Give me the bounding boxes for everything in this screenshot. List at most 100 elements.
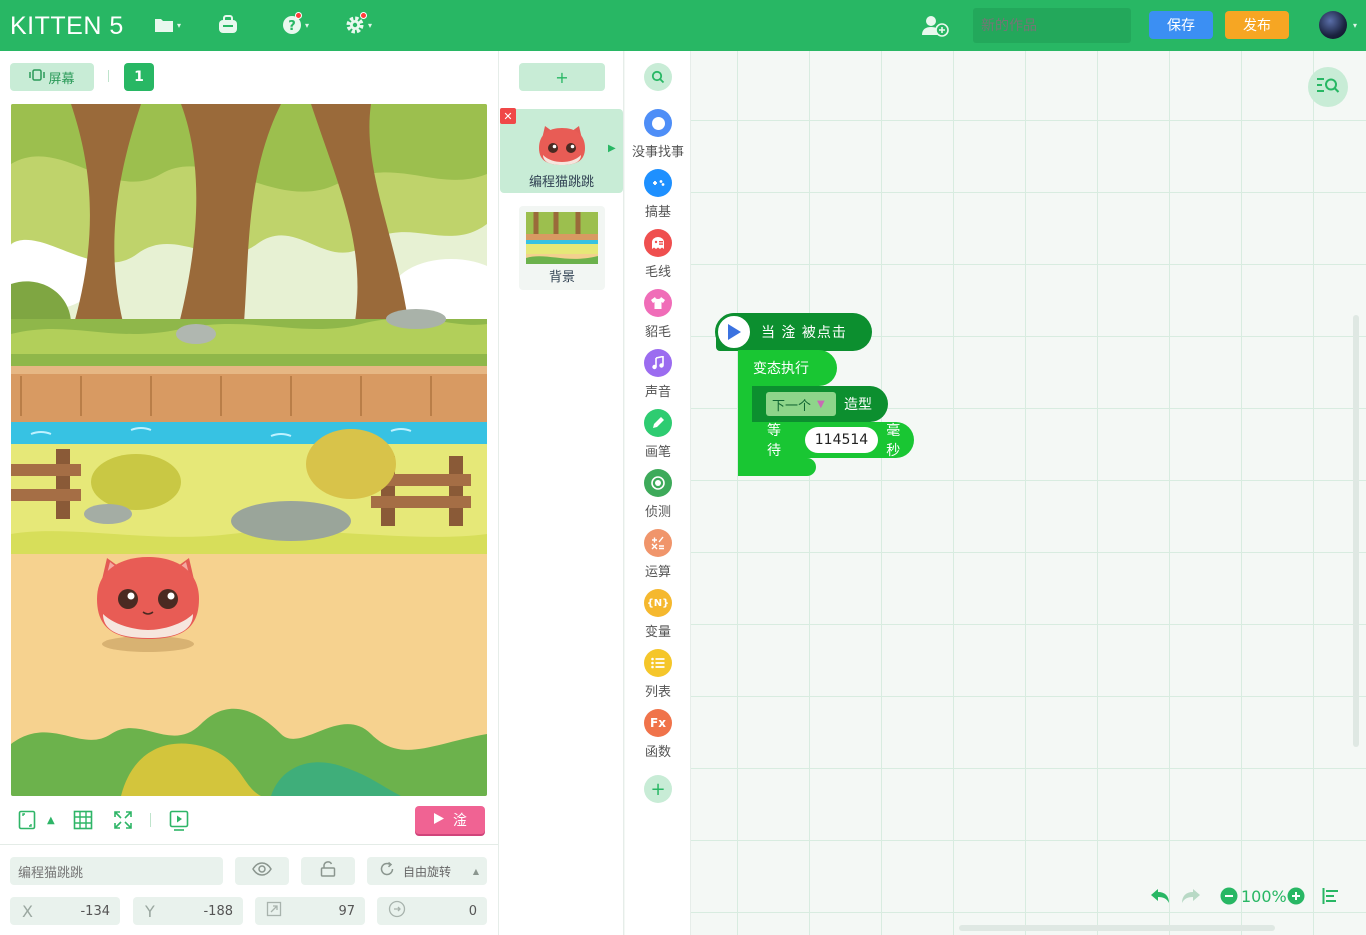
block-search-button[interactable] [625, 63, 691, 91]
rotation-mode-select[interactable]: 自由旋转 ▲ [367, 857, 487, 885]
resize-icon [266, 901, 282, 921]
notification-dot [295, 12, 302, 19]
direction-value: 0 [468, 903, 477, 919]
sprite-card[interactable]: ✕ ▶ 编程猫跳跳 [500, 108, 623, 193]
category-looks[interactable]: 貂毛 [625, 289, 691, 340]
redo-icon [1182, 889, 1200, 903]
background-name: 背景 [548, 270, 575, 285]
category-sensing[interactable]: 侦测 [625, 469, 691, 520]
when-start-clicked-block[interactable]: 当 淦 被点击 [715, 313, 872, 351]
scene-number-button[interactable]: 1 [124, 63, 154, 91]
chevron-up-icon[interactable]: ▲ [47, 815, 55, 826]
vibrate-icon [29, 69, 46, 85]
workspace-search-button[interactable] [1308, 67, 1348, 107]
publish-button[interactable]: 发布 [1225, 11, 1289, 39]
category-label: 貂毛 [644, 325, 671, 340]
top-bar: KITTEN 5 ▾ ? ▾ ▾ 保存 发布 ▾ [0, 0, 1366, 51]
visibility-toggle-button[interactable] [235, 857, 289, 885]
add-user-icon [921, 15, 949, 37]
vertical-scrollbar[interactable] [1353, 315, 1359, 747]
category-sound[interactable]: 声音 [625, 349, 691, 400]
collaborate-button[interactable] [921, 14, 949, 38]
category-functions[interactable]: Fx 函数 [625, 709, 691, 760]
x-position-field[interactable]: X -134 [10, 897, 120, 925]
block-category-panel: 没事找事 搞基 毛线 貂毛 声音 画笔 侦测 运算 {N} 变量 列表 Fx 函… [625, 51, 691, 935]
sprite-name: 编程猫跳跳 [528, 175, 594, 190]
backpack-icon [217, 15, 239, 35]
grid-toggle-button[interactable] [73, 810, 93, 834]
run-button-label: 淦 [453, 813, 467, 829]
direction-icon [388, 900, 406, 922]
costume-dropdown[interactable]: 下一个 ▼ [766, 392, 836, 416]
costume-dropdown-value: 下一个 [772, 398, 812, 414]
run-button[interactable]: 淦 [415, 806, 485, 834]
category-label: 毛线 [644, 265, 671, 280]
category-variables[interactable]: {N} 变量 [625, 589, 691, 640]
screen-button-label: 屏幕 [48, 71, 75, 87]
category-lists[interactable]: 列表 [625, 649, 691, 700]
wait-duration-input[interactable]: 114514 [804, 427, 879, 453]
project-title-input[interactable] [973, 8, 1131, 43]
forever-loop-block[interactable]: 变态执行 [738, 350, 837, 386]
zoom-in-button[interactable] [1287, 885, 1305, 907]
play-screen-button[interactable] [169, 810, 189, 835]
wait-block[interactable]: 等待 114514 毫秒 [752, 422, 914, 459]
minus-icon [1220, 887, 1238, 905]
plus-icon [1287, 887, 1305, 905]
zoom-out-button[interactable] [1220, 885, 1238, 907]
category-events[interactable]: 没事找事 [625, 109, 691, 160]
chevron-down-icon[interactable]: ▾ [1353, 21, 1357, 30]
search-list-icon [1316, 77, 1340, 97]
undo-icon [1151, 889, 1169, 903]
add-sprite-button[interactable]: + [519, 63, 605, 91]
category-pen[interactable]: 画笔 [625, 409, 691, 460]
list-icon [644, 649, 672, 677]
y-label: Y [145, 901, 155, 921]
align-blocks-button[interactable] [1322, 885, 1340, 907]
category-operators[interactable]: 运算 [625, 529, 691, 580]
category-label: 声音 [644, 385, 671, 400]
category-label: 侦测 [644, 505, 671, 520]
loop-block-label: 变态执行 [753, 361, 809, 377]
horizontal-scrollbar[interactable] [959, 925, 1275, 931]
save-button[interactable]: 保存 [1149, 11, 1213, 39]
notification-dot [360, 12, 367, 19]
variable-icon: {N} [644, 589, 672, 617]
undo-button[interactable] [1149, 885, 1171, 907]
add-extension-button[interactable]: + [625, 775, 691, 803]
plus-icon: + [644, 775, 672, 803]
loop-block-foot [738, 458, 816, 476]
toggle-icon [644, 109, 672, 137]
play-icon [715, 313, 753, 351]
settings-menu-button[interactable]: ▾ [345, 12, 372, 37]
screen-button[interactable]: 屏幕 [10, 63, 94, 91]
help-menu-button[interactable]: ? ▾ [282, 12, 309, 37]
shirt-icon [644, 289, 672, 317]
sprite-name-field[interactable]: 编程猫跳跳 [10, 857, 223, 885]
chevron-right-icon[interactable]: ▶ [608, 143, 616, 154]
zoom-level: 100% [1241, 886, 1287, 906]
stage-size-button[interactable] [18, 810, 36, 834]
category-label: 变量 [644, 625, 671, 640]
category-actions[interactable]: 毛线 [625, 229, 691, 280]
chevron-up-icon: ▲ [472, 866, 479, 876]
redo-button[interactable] [1180, 885, 1202, 907]
backpack-button[interactable] [217, 13, 239, 37]
folder-icon [154, 17, 174, 33]
lock-toggle-button[interactable] [301, 857, 355, 885]
stage-canvas[interactable] [11, 104, 487, 796]
code-workspace[interactable]: 100% [691, 51, 1366, 935]
size-field[interactable]: 97 [255, 897, 365, 925]
category-control[interactable]: 搞基 [625, 169, 691, 220]
fullscreen-button[interactable] [113, 810, 133, 834]
file-menu-button[interactable]: ▾ [154, 13, 181, 37]
category-label: 函数 [644, 745, 671, 760]
avatar[interactable] [1319, 11, 1347, 39]
close-icon[interactable]: ✕ [500, 108, 516, 124]
background-card[interactable]: 背景 [519, 206, 605, 290]
direction-field[interactable]: 0 [377, 897, 487, 925]
y-position-field[interactable]: Y -188 [133, 897, 243, 925]
gamepad-icon [644, 169, 672, 197]
next-costume-block[interactable]: 下一个 ▼ 造型 [752, 386, 888, 422]
loop-block-arm [738, 384, 752, 464]
